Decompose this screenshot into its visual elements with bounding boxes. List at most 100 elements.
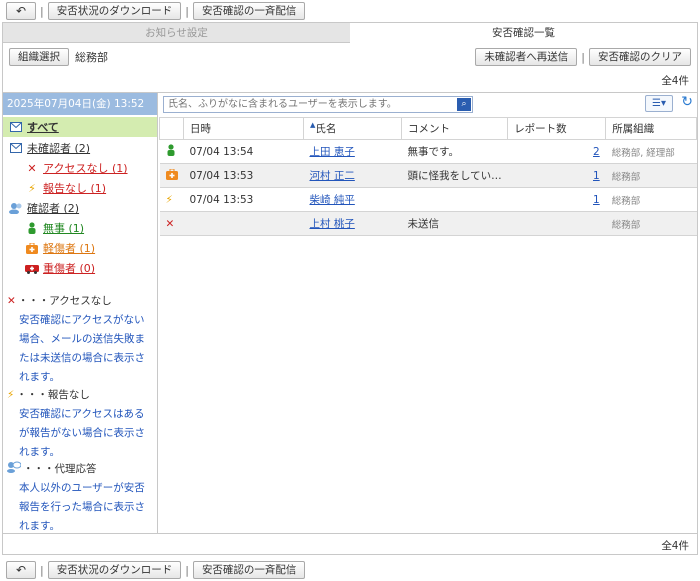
divider (3, 533, 697, 534)
reports-cell[interactable]: 1 (507, 187, 606, 212)
comment-header[interactable]: コメント (400, 117, 509, 140)
legend-no-report-desc: 安否確認にアクセスはあるが報告がない場合に表示されます。 (19, 408, 145, 458)
tab-safety-list[interactable]: 安否確認一覧 (350, 23, 697, 43)
name-cell[interactable]: 柴崎 純平 (303, 187, 402, 212)
status-cell (159, 163, 184, 188)
broadcast-button[interactable]: 安否確認の一斉配信 (192, 561, 306, 579)
top-toolbar: ↶ | 安否状況のダウンロード | 安否確認の一斉配信 (6, 0, 306, 22)
reports-cell[interactable] (507, 211, 606, 236)
lightning-icon: ⚡ (165, 193, 173, 206)
refresh-icon[interactable]: ↻ (681, 94, 693, 110)
status-header (159, 117, 184, 140)
nav-safe[interactable]: 無事 (1) (25, 220, 84, 236)
user-link[interactable]: 柴崎 純平 (310, 194, 355, 206)
nav-no-report[interactable]: ⚡ 報告なし (1) (25, 180, 106, 196)
legend-proxy-title: ・・・代理応答 (23, 463, 97, 475)
clear-button[interactable]: 安否確認のクリア (589, 48, 691, 66)
date-cell (183, 211, 304, 236)
table-row[interactable]: 07/04 13:54 上田 恵子 無事です。 2 総務部, 経理部 (159, 139, 697, 164)
status-cell: ⚡ (159, 187, 184, 212)
legend-proxy: ・・・代理応答 (7, 461, 97, 476)
org-cell: 総務部, 経理部 (605, 139, 697, 164)
name-cell[interactable]: 上村 桃子 (303, 211, 402, 236)
first-aid-orange-icon (25, 241, 39, 255)
table-row[interactable]: 07/04 13:53 河村 正二 頭に怪我をしてい… 1 総務部 (159, 163, 697, 188)
nav-unconfirmed-label: 未確認者 (2) (27, 142, 91, 155)
org-header[interactable]: 所属組織 (605, 117, 697, 140)
sidebar: 2025年07月04日(金) 13:52 すべて 未確認者 (2) ✕ アクセス… (3, 93, 158, 533)
name-header[interactable]: ▲氏名 (303, 117, 402, 140)
reports-header[interactable]: レポート数 (507, 117, 607, 140)
org-select-button[interactable]: 組織選択 (9, 48, 69, 66)
user-link[interactable]: 上村 桃子 (310, 218, 355, 230)
nav-minor-label: 軽傷者 (1) (43, 242, 96, 255)
bottom-toolbar: ↶ | 安否状況のダウンロード | 安否確認の一斉配信 (6, 559, 306, 581)
tab-bar: お知らせ設定 安否確認一覧 (3, 23, 697, 43)
action-buttons: 未確認者へ再送信 | 安否確認のクリア (475, 48, 691, 66)
envelope-icon (9, 141, 23, 155)
list-menu-button[interactable]: ☰▾ (645, 95, 673, 112)
separator: | (40, 4, 44, 18)
nav-confirmed-label: 確認者 (2) (27, 202, 80, 215)
back-button[interactable]: ↶ (6, 561, 36, 579)
cross-icon: ✕ (27, 161, 37, 175)
nav-no-report-label: 報告なし (1) (43, 182, 107, 195)
table-row[interactable]: ✕ 上村 桃子 未送信 総務部 (159, 211, 697, 236)
separator: | (581, 50, 585, 64)
nav-severe-label: 重傷者 (0) (43, 262, 96, 275)
envelope-icon (9, 120, 23, 134)
table-row[interactable]: ⚡ 07/04 13:53 柴崎 純平 1 総務部 (159, 187, 697, 212)
safety-table: 日時 ▲氏名 コメント レポート数 所属組織 07/04 13:54 上田 恵子… (159, 117, 697, 236)
legend-no-report: ⚡ ・・・報告なし (7, 387, 90, 402)
datetime-bar: 2025年07月04日(金) 13:52 (3, 93, 157, 115)
nav-unconfirmed[interactable]: 未確認者 (2) (9, 140, 90, 156)
comment-cell: 無事です。 (401, 139, 508, 164)
user-link[interactable]: 上田 恵子 (310, 146, 355, 158)
person-green-icon (25, 221, 39, 235)
search-icon[interactable]: ⌕ (457, 98, 471, 111)
lightning-icon: ⚡ (7, 388, 15, 401)
nav-all[interactable]: すべて (3, 117, 157, 137)
name-cell[interactable]: 上田 恵子 (303, 139, 402, 164)
legend-no-report-title: ・・・報告なし (16, 389, 90, 401)
nav-no-access[interactable]: ✕ アクセスなし (1) (25, 160, 127, 176)
search-box: ⌕ (163, 96, 473, 113)
nav-all-label: すべて (27, 121, 59, 134)
name-cell[interactable]: 河村 正二 (303, 163, 402, 188)
date-cell: 07/04 13:53 (183, 187, 304, 212)
first-aid-orange-icon (165, 168, 178, 183)
download-status-button[interactable]: 安否状況のダウンロード (47, 2, 182, 20)
nav-severe[interactable]: 重傷者 (0) (25, 260, 95, 276)
tab-notification-settings[interactable]: お知らせ設定 (3, 23, 350, 43)
separator: | (185, 563, 189, 577)
ambulance-icon (25, 261, 39, 275)
person-green-icon (166, 144, 176, 159)
status-cell: ✕ (159, 211, 184, 236)
nav-safe-label: 無事 (1) (43, 222, 85, 235)
total-count-top: 全4件 (661, 75, 689, 87)
proxy-user-icon (7, 461, 22, 476)
legend-no-access-title: ・・・アクセスなし (17, 295, 112, 307)
main-frame: お知らせ設定 安否確認一覧 組織選択 総務部 未確認者へ再送信 | 安否確認のク… (2, 22, 698, 555)
lightning-icon: ⚡ (28, 181, 36, 195)
users-icon (9, 201, 23, 215)
search-input[interactable] (164, 97, 454, 112)
download-status-button[interactable]: 安否状況のダウンロード (47, 561, 182, 579)
reports-cell[interactable]: 2 (507, 139, 606, 164)
total-count-bottom: 全4件 (661, 540, 689, 552)
legend-no-access-desc: 安否確認にアクセスがない場合、メールの送信失敗または未送信の場合に表示されます。 (19, 314, 145, 383)
reports-cell[interactable]: 1 (507, 163, 606, 188)
org-cell: 総務部 (605, 187, 697, 212)
nav-minor[interactable]: 軽傷者 (1) (25, 240, 95, 256)
date-header[interactable]: 日時 (183, 117, 304, 140)
resend-button[interactable]: 未確認者へ再送信 (475, 48, 578, 66)
broadcast-button[interactable]: 安否確認の一斉配信 (192, 2, 306, 20)
user-link[interactable]: 河村 正二 (310, 170, 355, 182)
date-cell: 07/04 13:53 (183, 163, 304, 188)
nav-confirmed[interactable]: 確認者 (2) (9, 200, 79, 216)
date-cell: 07/04 13:54 (183, 139, 304, 164)
comment-cell: 未送信 (401, 211, 508, 236)
legend-proxy-desc: 本人以外のユーザーが安否報告を行った場合に表示されます。 (19, 482, 145, 532)
org-name: 総務部 (75, 51, 108, 64)
back-button[interactable]: ↶ (6, 2, 36, 20)
